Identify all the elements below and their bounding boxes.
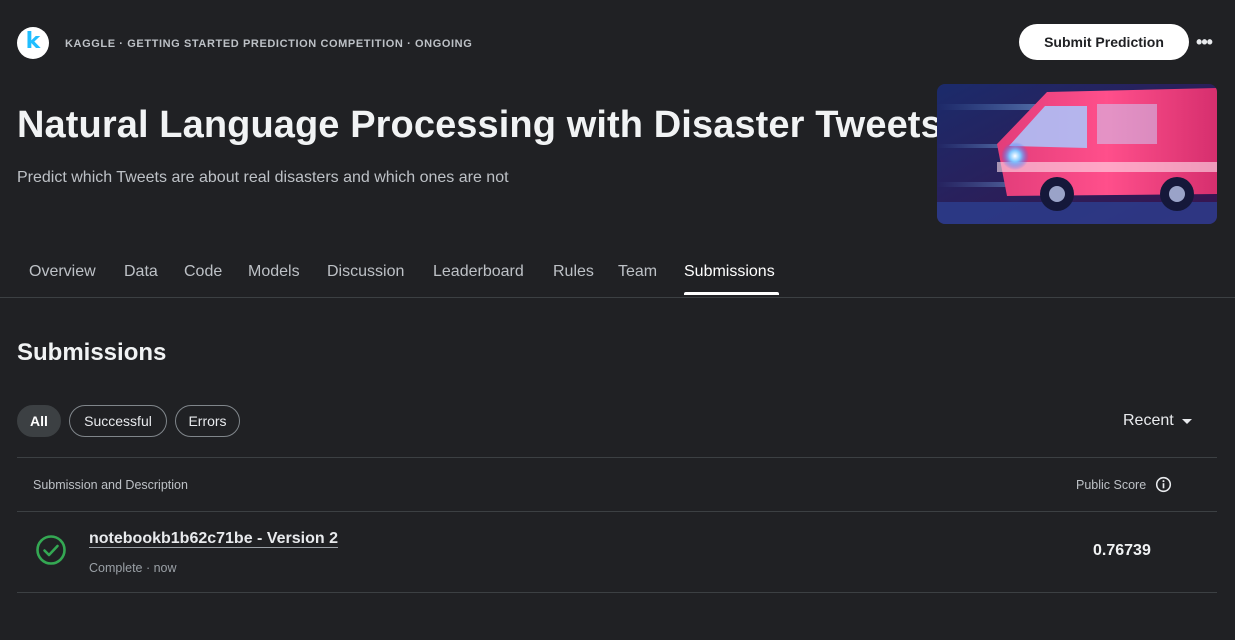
column-header-score-label: Public Score: [1076, 477, 1147, 492]
more-options-icon[interactable]: •••: [1193, 30, 1215, 54]
competition-tabs: Overview Data Code Models Discussion Lea…: [0, 252, 1235, 298]
tab-overview[interactable]: Overview: [29, 263, 96, 281]
tab-rules[interactable]: Rules: [553, 263, 594, 281]
kaggle-logo-letter: k: [25, 29, 41, 54]
tab-data[interactable]: Data: [124, 263, 158, 281]
sort-dropdown[interactable]: Recent: [1123, 410, 1192, 432]
tab-submissions[interactable]: Submissions: [684, 263, 775, 281]
active-tab-indicator: [684, 292, 779, 295]
kaggle-logo[interactable]: k: [17, 27, 49, 59]
submission-status: Complete · now: [89, 561, 177, 575]
submit-prediction-button[interactable]: Submit Prediction: [1019, 24, 1189, 60]
submissions-heading: Submissions: [17, 339, 167, 366]
table-header: Submission and Description Public Score: [17, 458, 1217, 512]
column-header-description: Submission and Description: [33, 478, 188, 492]
competition-banner-image: [937, 84, 1217, 224]
tab-team[interactable]: Team: [618, 263, 657, 281]
submissions-table: Submission and Description Public Score …: [17, 457, 1217, 593]
kaggle-competition-page: k KAGGLE · GETTING STARTED PREDICTION CO…: [0, 0, 1235, 640]
tab-leaderboard[interactable]: Leaderboard: [433, 263, 524, 281]
filter-successful-chip[interactable]: Successful: [69, 405, 167, 437]
submission-name-link[interactable]: notebookb1b62c71be - Version 2: [89, 530, 338, 548]
breadcrumb: KAGGLE · GETTING STARTED PREDICTION COMP…: [65, 38, 473, 50]
public-score: 0.76739: [1093, 542, 1151, 559]
table-row[interactable]: notebookb1b62c71be - Version 2 Complete …: [17, 512, 1217, 593]
tab-models[interactable]: Models: [248, 263, 300, 281]
filter-errors-chip[interactable]: Errors: [175, 405, 240, 437]
column-header-score: Public Score: [1076, 476, 1172, 493]
tab-code[interactable]: Code: [184, 263, 222, 281]
info-icon[interactable]: [1155, 476, 1172, 493]
sort-label: Recent: [1123, 412, 1174, 429]
check-circle-icon: [36, 535, 66, 565]
caret-down-icon: [1181, 418, 1192, 424]
tab-discussion[interactable]: Discussion: [327, 263, 404, 281]
competition-title: Natural Language Processing with Disaste…: [17, 104, 942, 146]
competition-subtitle: Predict which Tweets are about real disa…: [17, 169, 509, 186]
filter-all-chip[interactable]: All: [17, 405, 61, 437]
